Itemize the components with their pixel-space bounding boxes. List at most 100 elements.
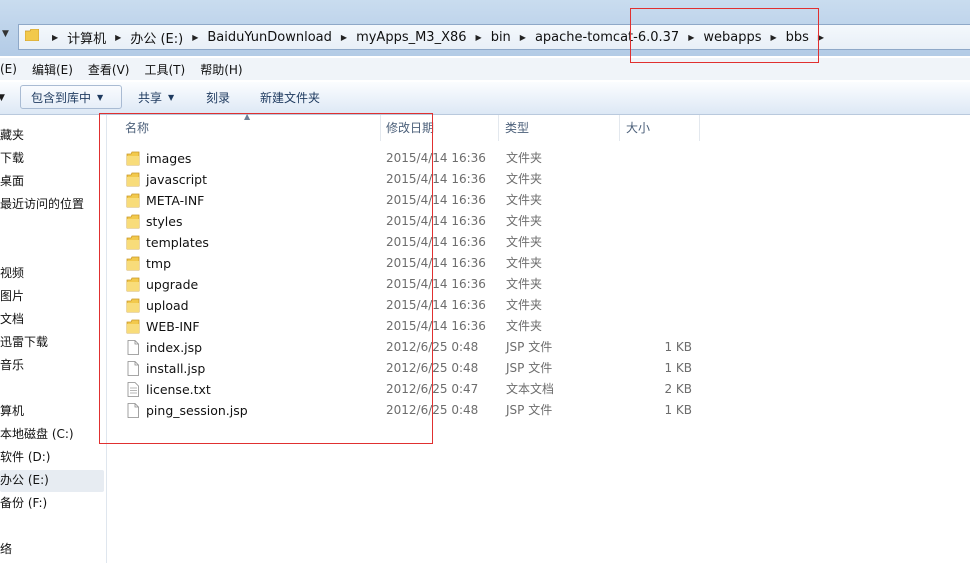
breadcrumb-separator-arrow-icon[interactable]: ▶ [520,33,526,42]
file-type: 文件夹 [506,235,543,249]
breadcrumb-separator-arrow-icon[interactable]: ▶ [52,33,58,42]
sidebar-item[interactable]: 藏夹 [0,125,24,145]
file-date: 2015/4/14 16:36 [386,214,486,228]
sidebar-item[interactable]: 迅雷下载 [0,332,48,352]
folder-icon [126,214,140,229]
file-row[interactable]: images 2015/4/14 16:36 文件夹 [107,148,707,169]
file-date: 2015/4/14 16:36 [386,151,486,165]
column-date-label: 修改日期 [386,121,435,135]
new-folder-label: 新建文件夹 [260,90,321,105]
sidebar-item[interactable]: 本地磁盘 (C:) [0,424,74,444]
file-row[interactable]: upload 2015/4/14 16:36 文件夹 [107,295,707,316]
file-name: META-INF [146,193,205,208]
file-icon [127,403,139,418]
file-row[interactable]: styles 2015/4/14 16:36 文件夹 [107,211,707,232]
share-button[interactable]: 共享 ▼ [128,85,184,109]
file-date: 2015/4/14 16:36 [386,193,486,207]
breadcrumb-item[interactable]: bin [491,30,511,45]
sidebar-item[interactable]: 软件 (D:) [0,447,50,467]
share-label: 共享 [138,90,163,105]
file-date: 2012/6/25 0:48 [386,403,479,417]
file-type: JSP 文件 [506,340,553,354]
file-name: install.jsp [146,361,206,376]
file-date: 2015/4/14 16:36 [386,277,486,291]
text-file-icon [127,382,139,397]
menu-item[interactable]: (E) [0,62,17,76]
breadcrumb-item[interactable]: apache-tomcat-6.0.37 [535,30,679,45]
sidebar-item[interactable]: 算机 [0,401,24,421]
organize-chevron-down-icon[interactable]: ▼ [0,93,5,103]
sidebar-item[interactable]: 文档 [0,309,24,329]
menu-item[interactable]: 编辑(E) [32,61,73,78]
file-row[interactable]: ping_session.jsp 2012/6/25 0:48 JSP 文件 1 KB [107,400,707,421]
breadcrumb-item[interactable]: 计算机 [67,28,106,47]
title-area: ▼ ▶ 计算机 ▶ 办公 (E:) ▶ BaiduYunDownload ▶ myApps_M… [0,0,970,56]
folder-icon [126,235,140,250]
file-row[interactable]: javascript 2015/4/14 16:36 文件夹 [107,169,707,190]
folder-icon [126,193,140,208]
sort-ascending-icon: ▲ [244,112,251,121]
file-row[interactable]: META-INF 2015/4/14 16:36 文件夹 [107,190,707,211]
sidebar-item[interactable]: 桌面 [0,171,24,191]
breadcrumb-separator-arrow-icon[interactable]: ▶ [341,33,347,42]
file-date: 2012/6/25 0:48 [386,340,479,354]
breadcrumb: ▶ 计算机 ▶ 办公 (E:) ▶ BaiduYunDownload ▶ myApps_M3_… [43,25,833,49]
breadcrumb-item[interactable]: webapps [703,30,761,45]
file-type: JSP 文件 [506,403,553,417]
sidebar-item[interactable]: 最近访问的位置 [0,194,84,214]
address-bar[interactable]: ▶ 计算机 ▶ 办公 (E:) ▶ BaiduYunDownload ▶ myApps_M3_… [18,24,970,50]
file-size: 1 KB [664,403,692,417]
file-row[interactable]: license.txt 2012/6/25 0:47 文本文档 2 KB [107,379,707,400]
file-row[interactable]: install.jsp 2012/6/25 0:48 JSP 文件 1 KB [107,358,707,379]
file-date: 2015/4/14 16:36 [386,172,486,186]
breadcrumb-item[interactable]: myApps_M3_X86 [356,30,466,45]
new-folder-button[interactable]: 新建文件夹 [250,85,330,109]
column-header-size[interactable]: 大小 [620,115,700,141]
breadcrumb-separator-arrow-icon[interactable]: ▶ [476,33,482,42]
sidebar-item[interactable]: 下载 [0,148,24,168]
file-row[interactable]: index.jsp 2012/6/25 0:48 JSP 文件 1 KB [107,337,707,358]
recent-pages-chevron-icon[interactable]: ▼ [2,29,9,39]
file-row[interactable]: WEB-INF 2015/4/14 16:36 文件夹 [107,316,707,337]
file-row[interactable]: templates 2015/4/14 16:36 文件夹 [107,232,707,253]
file-type: 文件夹 [506,256,543,270]
burn-label: 刻录 [206,90,231,105]
file-size: 1 KB [664,361,692,375]
file-date: 2015/4/14 16:36 [386,235,486,249]
menu-item[interactable]: 帮助(H) [200,61,242,78]
column-header-type[interactable]: 类型 [499,115,620,141]
breadcrumb-separator-arrow-icon[interactable]: ▶ [192,33,198,42]
sidebar-item[interactable]: 备份 (F:) [0,493,47,513]
menu-item[interactable]: 查看(V) [88,61,130,78]
include-in-library-button[interactable]: 包含到库中 ▼ [20,85,122,109]
file-type: 文件夹 [506,298,543,312]
breadcrumb-item[interactable]: 办公 (E:) [130,28,183,47]
sidebar-item[interactable]: 视频 [0,263,24,283]
sidebar-item[interactable]: 音乐 [0,355,24,375]
file-type: 文件夹 [506,214,543,228]
burn-button[interactable]: 刻录 [196,85,240,109]
file-type: 文件夹 [506,151,543,165]
file-list: 名称 ▲ 修改日期 类型 大小 images 2015/4/14 16:36 文件夹… [107,112,970,563]
file-name: license.txt [146,382,211,397]
breadcrumb-separator-arrow-icon[interactable]: ▶ [115,33,121,42]
breadcrumb-separator-arrow-icon[interactable]: ▶ [770,33,776,42]
file-type: 文件夹 [506,319,543,333]
breadcrumb-separator-arrow-icon[interactable]: ▶ [818,33,824,42]
file-date: 2015/4/14 16:36 [386,256,486,270]
breadcrumb-item[interactable]: bbs [786,30,809,45]
breadcrumb-separator-arrow-icon[interactable]: ▶ [688,33,694,42]
sidebar-item[interactable]: 办公 (E:) [0,470,49,490]
navigation-pane: 藏夹下载桌面最近访问的位置 视频图片文档迅雷下载音乐算机本地磁盘 (C:) 软件 (… [0,115,107,563]
file-size: 2 KB [664,382,692,396]
sidebar-item[interactable]: 络 [0,539,12,559]
column-header-date[interactable]: 修改日期 [381,115,499,141]
sidebar-item[interactable]: 图片 [0,286,24,306]
file-row[interactable]: tmp 2015/4/14 16:36 文件夹 [107,253,707,274]
chevron-down-icon: ▼ [97,92,104,102]
file-type: 文本文档 [506,382,555,396]
menu-item[interactable]: 工具(T) [144,61,185,78]
breadcrumb-item[interactable]: BaiduYunDownload [207,30,332,45]
file-row[interactable]: upgrade 2015/4/14 16:36 文件夹 [107,274,707,295]
folder-icon [126,319,140,334]
